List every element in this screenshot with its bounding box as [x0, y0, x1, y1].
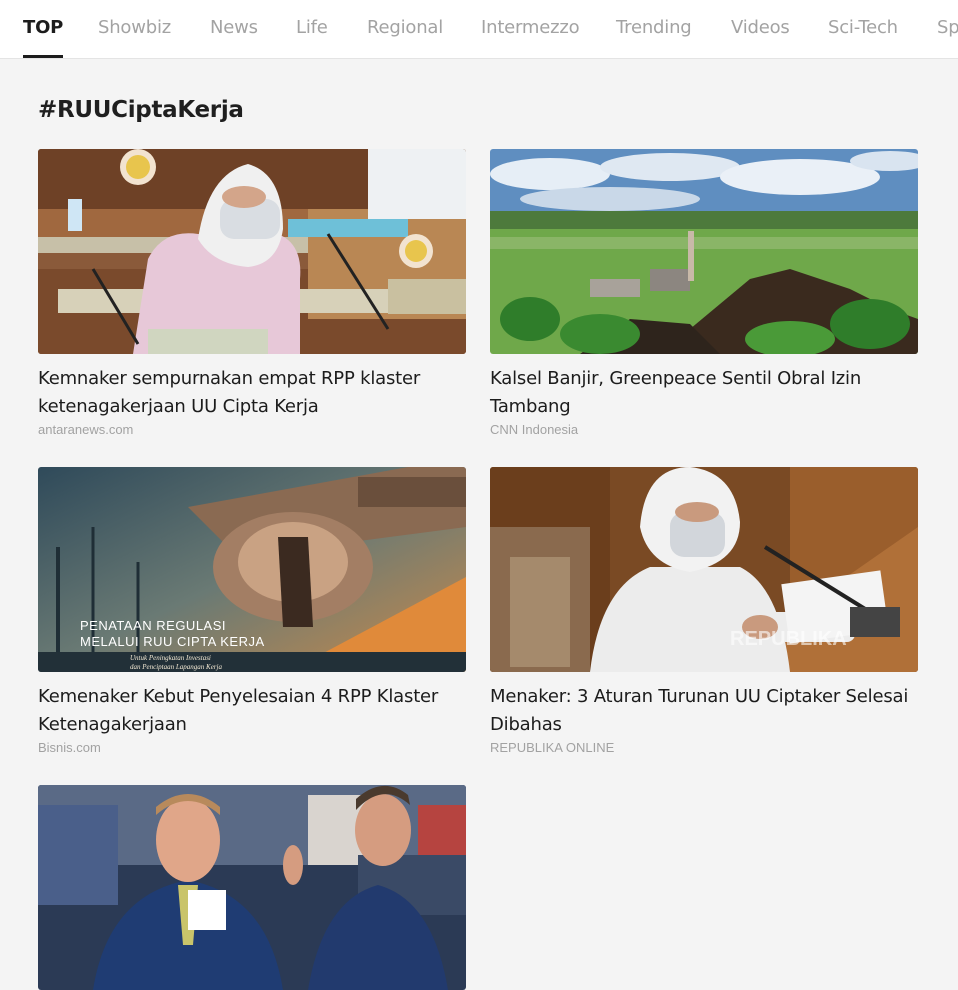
image-caption-line3: Untuk Peningkatan Investasi — [130, 654, 211, 662]
tab-news[interactable]: News — [210, 0, 258, 58]
image-caption-line1: PENATAAN REGULASI — [80, 618, 226, 633]
tab-showbiz[interactable]: Showbiz — [98, 0, 171, 58]
article-card[interactable]: Kalsel Banjir, Greenpeace Sentil Obral I… — [490, 149, 918, 437]
article-thumbnail[interactable]: PENATAAN REGULASI MELALUI RUU CIPTA KERJ… — [38, 467, 466, 672]
article-source: antaranews.com — [38, 422, 134, 437]
tab-life[interactable]: Life — [296, 0, 328, 58]
tab-intermezzo[interactable]: Intermezzo — [481, 0, 580, 58]
article-card[interactable]: PENATAAN REGULASI MELALUI RUU CIPTA KERJ… — [38, 467, 466, 755]
tab-sci-tech[interactable]: Sci-Tech — [828, 0, 898, 58]
tab-top[interactable]: TOP — [23, 0, 63, 58]
watermark-text: REPUBLIKA — [730, 628, 847, 650]
tab-sports-partial[interactable]: Sp — [937, 0, 958, 58]
article-thumbnail[interactable] — [38, 149, 466, 354]
article-thumbnail[interactable] — [490, 149, 918, 354]
image-caption-line2: MELALUI RUU CIPTA KERJA — [80, 634, 265, 649]
article-title[interactable]: Kemenaker Kebut Penyelesaian 4 RPP Klast… — [38, 683, 466, 739]
article-card[interactable] — [38, 785, 466, 990]
article-title[interactable]: Kemnaker sempurnakan empat RPP klaster k… — [38, 365, 466, 421]
image-caption-line4: dan Penciptaan Lapangan Kerja — [130, 663, 222, 671]
tab-videos[interactable]: Videos — [731, 0, 790, 58]
article-title[interactable]: Kalsel Banjir, Greenpeace Sentil Obral I… — [490, 365, 918, 421]
hashtag-heading: #RUUCiptaKerja — [38, 97, 244, 123]
article-thumbnail[interactable]: REPUBLIKA — [490, 467, 918, 672]
article-source: REPUBLIKA ONLINE — [490, 740, 615, 755]
tab-regional[interactable]: Regional — [367, 0, 443, 58]
tab-trending[interactable]: Trending — [616, 0, 692, 58]
article-thumbnail[interactable] — [38, 785, 466, 990]
article-source: CNN Indonesia — [490, 422, 579, 437]
category-tab-bar: TOP Showbiz News Life Regional Intermezz… — [0, 0, 958, 59]
article-card[interactable]: Kemnaker sempurnakan empat RPP klaster k… — [38, 149, 466, 437]
article-source: Bisnis.com — [38, 740, 101, 755]
article-title[interactable]: Menaker: 3 Aturan Turunan UU Ciptaker Se… — [490, 683, 918, 739]
article-card[interactable]: REPUBLIKA Menaker: 3 Aturan Turunan UU C… — [490, 467, 918, 755]
